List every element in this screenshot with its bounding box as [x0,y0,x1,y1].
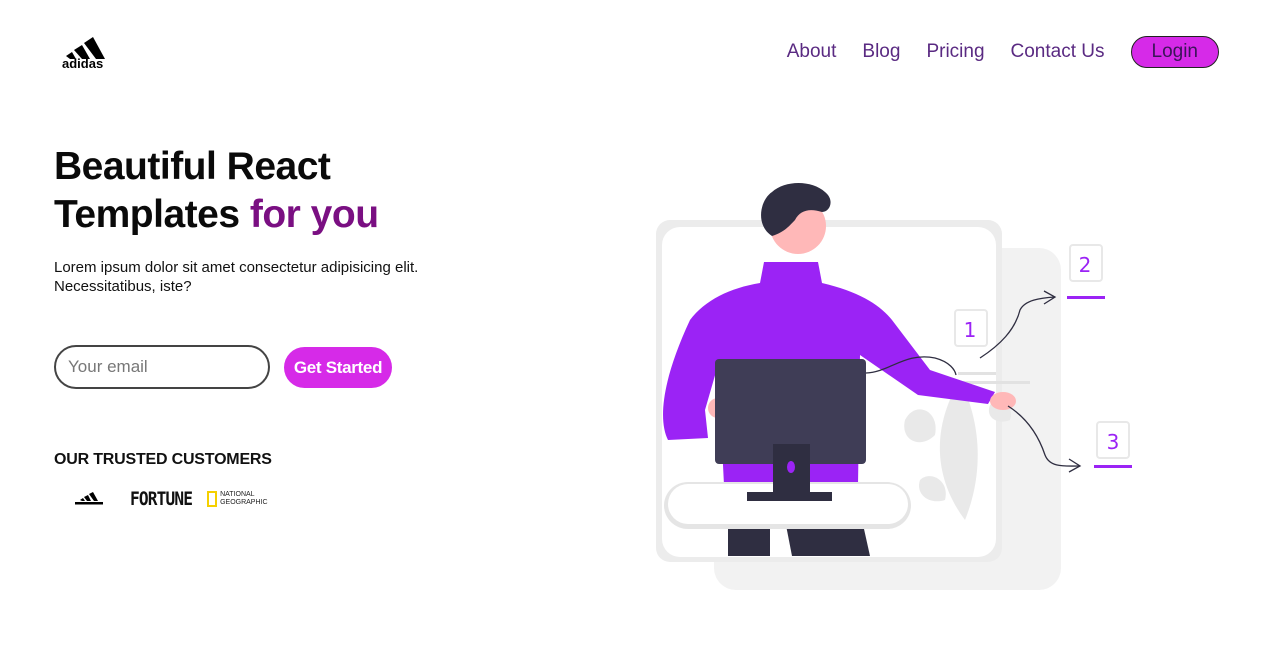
svg-text:1: 1 [964,318,977,342]
get-started-button[interactable]: Get Started [284,347,392,388]
adidas-logo-icon: adidas [62,37,105,71]
fortune-logo: FORTUNE [130,488,193,510]
login-button[interactable]: Login [1130,36,1219,68]
nav-blog[interactable]: Blog [862,41,900,63]
nav-pricing[interactable]: Pricing [926,41,984,63]
hero-title: Beautiful React Templates for you [54,143,379,239]
customer-logos: adidas FORTUNE NATIONAL GEOGRAPHIC [72,488,280,510]
hero-title-line2: Templates [54,193,240,236]
svg-text:2: 2 [1079,253,1092,277]
hero-illustration: 1 2 3 [656,183,1132,590]
step-card-3: 3 [1096,421,1130,459]
email-input[interactable] [54,345,270,389]
brand-logo[interactable]: adidas [62,32,118,71]
main-nav: About Blog Pricing Contact Us Login [787,36,1219,68]
adidas-customer-logo: adidas [75,492,103,505]
step-card-1: 1 [954,309,988,347]
brand-name: adidas [62,56,103,70]
step-card-2: 2 [1069,244,1103,282]
nav-about[interactable]: About [787,41,837,63]
national-geographic-logo: NATIONAL GEOGRAPHIC [207,491,280,507]
hero-title-accent: for you [249,193,379,236]
natgeo-yellow-frame-icon [207,491,218,507]
hero-subtitle: Lorem ipsum dolor sit amet consectetur a… [54,259,419,295]
trusted-customers-title: OUR TRUSTED CUSTOMERS [54,451,272,468]
svg-text:3: 3 [1107,430,1120,454]
natgeo-logo-text: NATIONAL GEOGRAPHIC [220,491,268,506]
nav-contact-us[interactable]: Contact Us [1011,41,1105,63]
hero-title-line1: Beautiful React [54,145,331,188]
